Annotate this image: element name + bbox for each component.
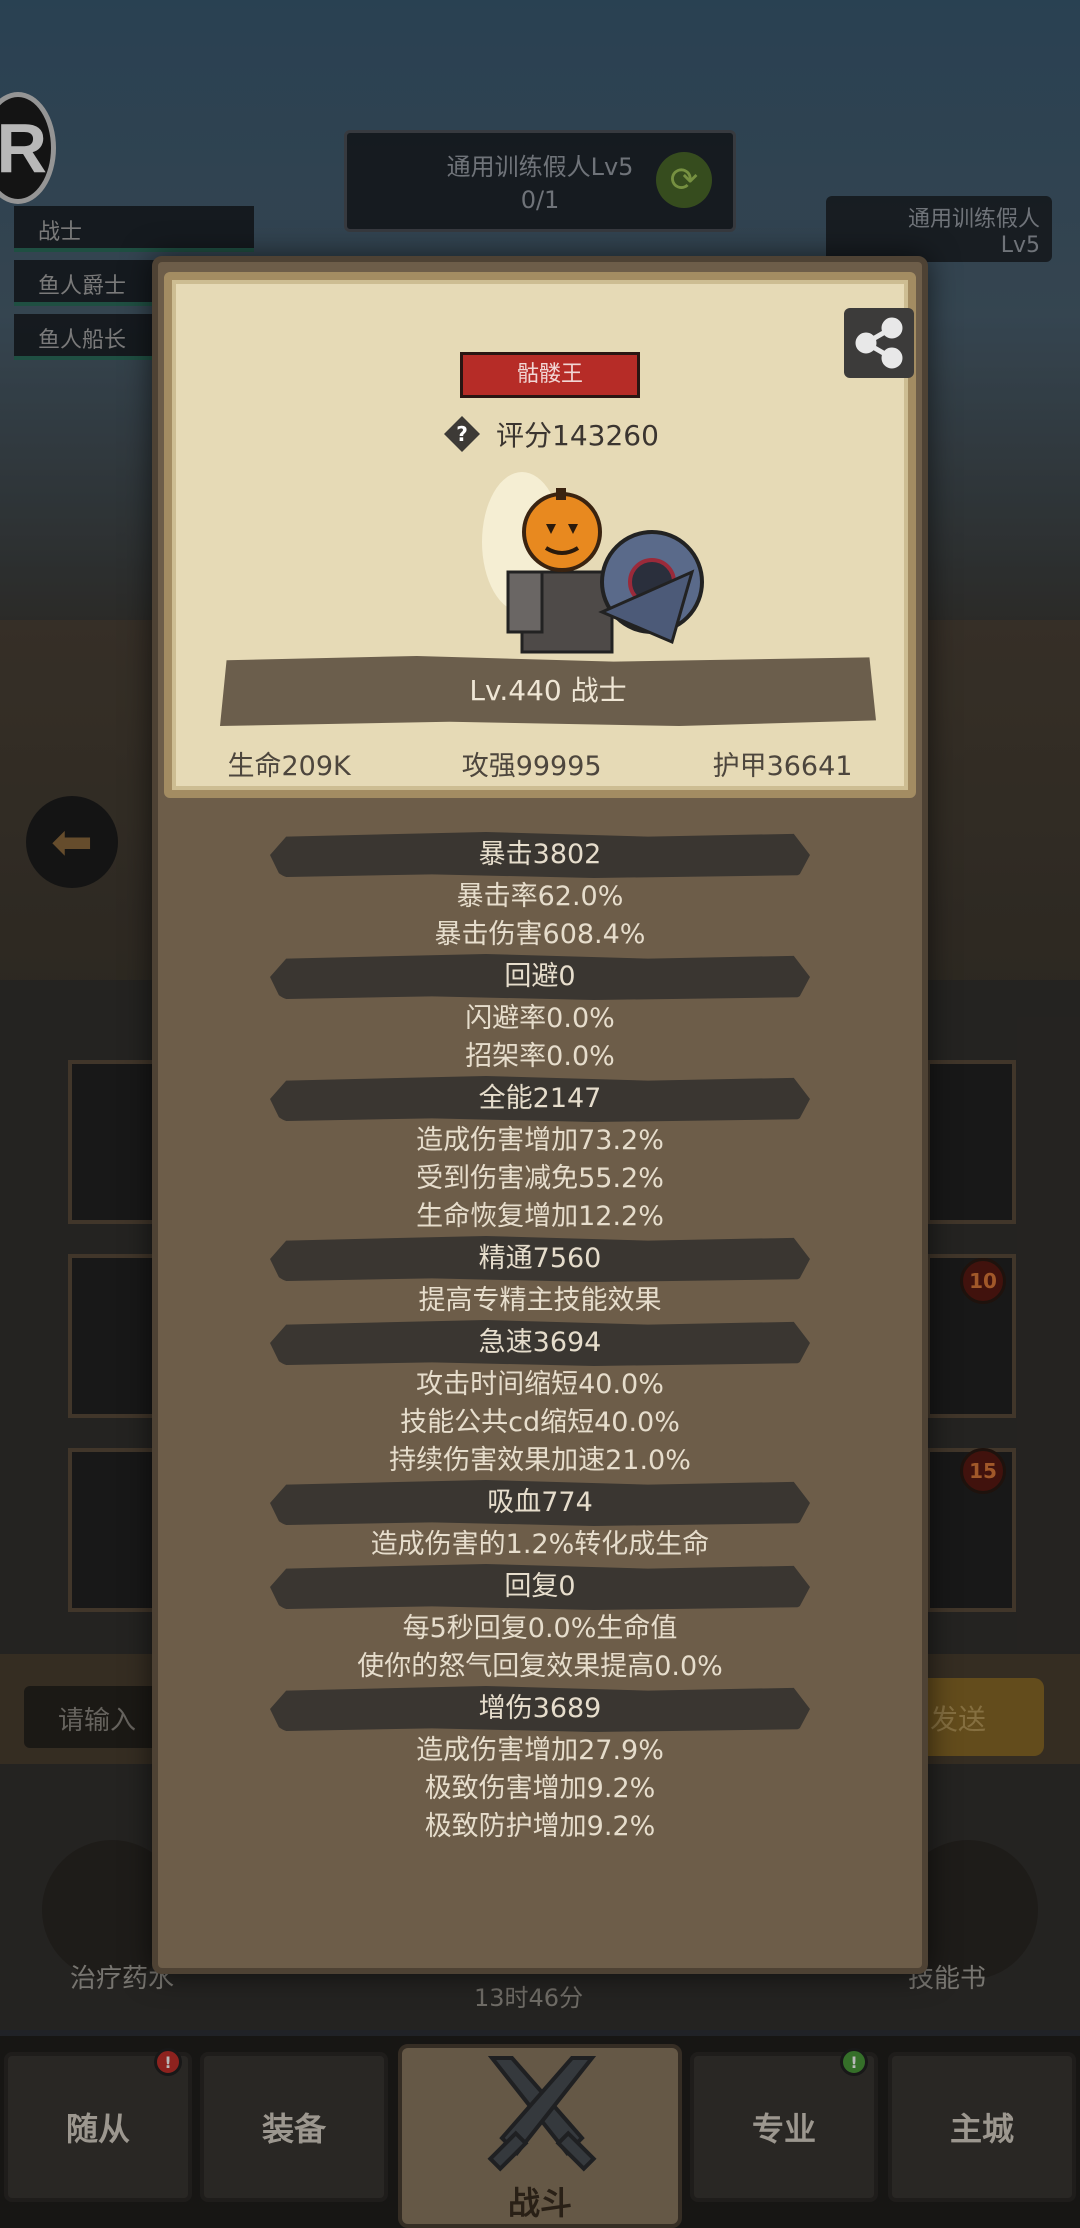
attribute-header: 回避0 xyxy=(270,954,810,1000)
share-button[interactable] xyxy=(844,308,914,378)
armor-stat: 护甲36641 xyxy=(712,751,853,782)
attribute-detail: 造成伤害的1.2%转化成生命 xyxy=(370,1529,710,1560)
attribute-detail: 持续伤害效果加速21.0% xyxy=(389,1445,691,1476)
attribute-group: 增伤3689 造成伤害增加27.9% 极致伤害增加9.2% 极致防护增加9.2% xyxy=(158,1686,922,1846)
attribute-group: 吸血774 造成伤害的1.2%转化成生命 xyxy=(158,1480,922,1564)
svg-text:?: ? xyxy=(456,422,468,446)
share-icon xyxy=(855,317,903,369)
attribute-detail: 技能公共cd缩短40.0% xyxy=(400,1407,680,1438)
attribute-header: 暴击3802 xyxy=(270,832,810,878)
attribute-group: 全能2147 造成伤害增加73.2% 受到伤害减免55.2% 生命恢复增加12.2% xyxy=(158,1076,922,1236)
title-badge: 骷髅王 xyxy=(460,352,640,398)
attribute-group: 回避0 闪避率0.0% 招架率0.0% xyxy=(158,954,922,1076)
attribute-detail: 造成伤害增加27.9% xyxy=(416,1735,664,1766)
attribute-header: 急速3694 xyxy=(270,1320,810,1366)
attribute-group: 精通7560 提高专精主技能效果 xyxy=(158,1236,922,1320)
hero-portrait xyxy=(482,472,704,654)
attribute-detail: 闪避率0.0% xyxy=(465,1003,615,1034)
attribute-detail: 招架率0.0% xyxy=(465,1041,615,1072)
attribute-detail: 受到伤害减免55.2% xyxy=(416,1163,664,1194)
attribute-header: 吸血774 xyxy=(270,1480,810,1526)
attribute-header: 回复0 xyxy=(270,1564,810,1610)
attribute-detail: 暴击率62.0% xyxy=(456,881,624,912)
attribute-detail: 极致伤害增加9.2% xyxy=(424,1773,656,1804)
attribute-detail: 提高专精主技能效果 xyxy=(418,1285,662,1316)
attribute-group: 暴击3802 暴击率62.0% 暴击伤害608.4% xyxy=(158,832,922,954)
attribute-header: 增伤3689 xyxy=(270,1686,810,1732)
hp-stat: 生命209K xyxy=(227,751,351,782)
attribute-group: 急速3694 攻击时间缩短40.0% 技能公共cd缩短40.0% 持续伤害效果加速21… xyxy=(158,1320,922,1480)
score-text: 评分143260 xyxy=(496,419,659,452)
level-bar: Lv.440 战士 xyxy=(220,656,876,726)
attribute-detail: 暴击伤害608.4% xyxy=(434,919,646,950)
attribute-group: 回复0 每5秒回复0.0%生命值使你的怒气回复效果提高0.0% xyxy=(158,1564,922,1686)
base-stats: 生命209K 攻强99995 护甲36641 xyxy=(172,744,908,788)
attribute-detail: 每5秒回复0.0%生命值 xyxy=(402,1613,678,1644)
attribute-header: 精通7560 xyxy=(270,1236,810,1282)
attribute-detail: 攻击时间缩短40.0% xyxy=(416,1369,664,1400)
attribute-detail: 造成伤害增加73.2% xyxy=(416,1125,664,1156)
attribute-detail: 极致防护增加9.2% xyxy=(424,1811,656,1842)
attribute-header: 全能2147 xyxy=(270,1076,810,1122)
attribute-detail: 使你的怒气回复效果提高0.0% xyxy=(357,1651,723,1682)
character-stats-popup: 骷髅王 ? 评分143260 Lv.440 战士 生命209K 攻强99995 xyxy=(152,256,928,1974)
attribute-detail: 生命恢复增加12.2% xyxy=(416,1201,664,1232)
attribute-list: 暴击3802 暴击率62.0% 暴击伤害608.4% 回避0 闪避率0.0% 招架率0.0… xyxy=(158,832,922,1846)
help-icon[interactable]: ? xyxy=(442,414,482,454)
score-row: ? 评分143260 xyxy=(442,412,659,456)
attack-stat: 攻强99995 xyxy=(461,751,602,782)
character-card: 骷髅王 ? 评分143260 Lv.440 战士 生命209K 攻强99995 xyxy=(164,272,916,798)
